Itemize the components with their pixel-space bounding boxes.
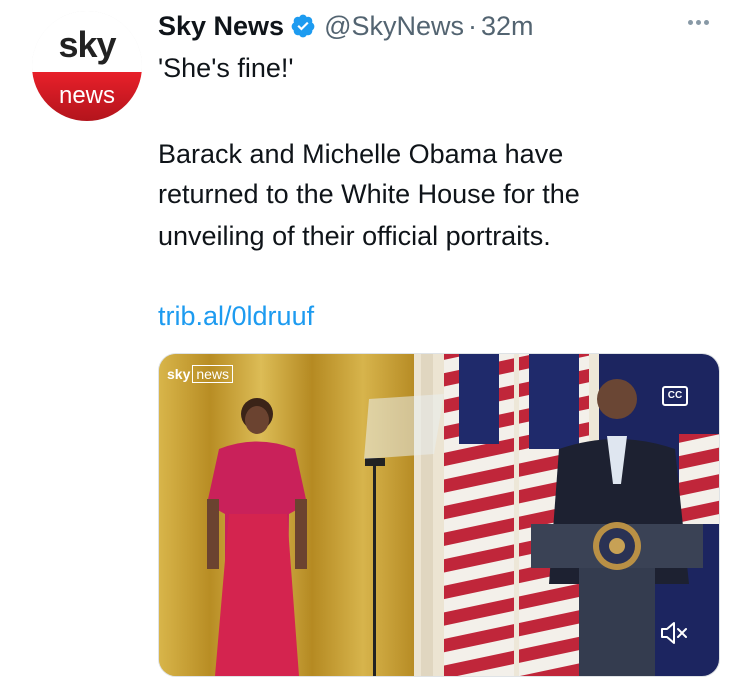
watermark-news: news	[192, 365, 234, 383]
tweet-line-3: returned to the White House for the	[158, 179, 580, 209]
tweet-line-2: Barack and Michelle Obama have	[158, 139, 564, 169]
more-dot	[687, 19, 693, 25]
avatar[interactable]: sky news	[32, 11, 142, 121]
verified-badge-icon	[291, 14, 315, 38]
video-watermark: sky news	[167, 365, 234, 383]
closed-captions-icon[interactable]: CC	[662, 386, 688, 406]
avatar-logo-news: news	[58, 82, 116, 109]
mute-icon[interactable]	[657, 616, 691, 650]
avatar-logo-sky: sky	[58, 24, 116, 65]
more-dot	[703, 19, 709, 25]
timestamp[interactable]: 32m	[481, 11, 534, 42]
tweet-line-4: unveiling of their official portraits.	[158, 221, 551, 251]
watermark-sky: sky	[167, 366, 191, 382]
tweet-link[interactable]: trib.al/0ldruuf	[158, 296, 314, 336]
separator: ·	[468, 10, 478, 41]
video-player[interactable]: sky news CC	[158, 353, 720, 677]
display-name[interactable]: Sky News	[158, 11, 284, 42]
more-options-icon[interactable]	[680, 12, 716, 32]
tweet-line-1: 'She's fine!'	[158, 53, 294, 83]
video-frame	[159, 354, 719, 676]
more-dot	[695, 19, 701, 25]
tweet-header: Sky News @SkyNews · 32m	[158, 8, 534, 44]
handle[interactable]: @SkyNews	[324, 11, 464, 42]
